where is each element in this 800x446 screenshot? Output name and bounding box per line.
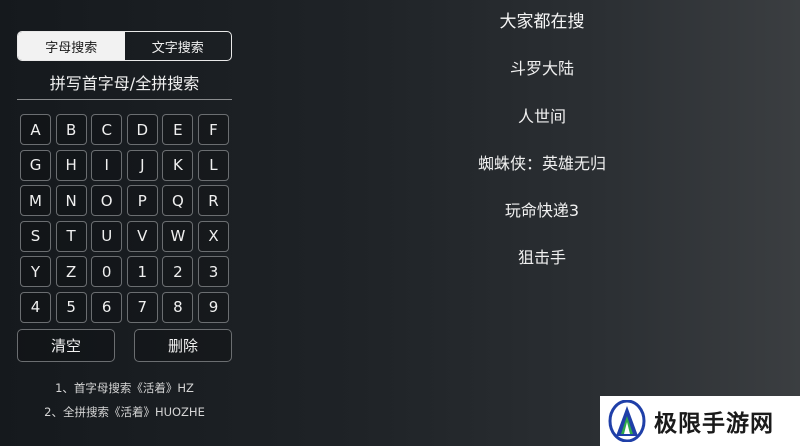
hot-search-item[interactable]: 狙击手 bbox=[442, 242, 642, 274]
watermark-text: 极限手游网 bbox=[654, 410, 774, 437]
hot-search-item[interactable]: 斗罗大陆 bbox=[442, 53, 642, 85]
search-mode-toggle: 字母搜索 文字搜索 bbox=[17, 31, 232, 61]
key-k[interactable]: K bbox=[162, 149, 194, 181]
tip-full-pinyin: 2、全拼搜索《活着》HUOZHE bbox=[44, 404, 205, 419]
key-4[interactable]: 4 bbox=[20, 291, 51, 323]
hot-search-item[interactable]: 玩命快递3 bbox=[442, 195, 642, 227]
key-t[interactable]: T bbox=[55, 220, 87, 252]
key-d[interactable]: D bbox=[126, 114, 158, 145]
key-w[interactable]: W bbox=[162, 220, 194, 252]
key-8[interactable]: 8 bbox=[162, 291, 194, 323]
key-g[interactable]: G bbox=[20, 149, 51, 181]
hot-search-list: 大家都在搜 斗罗大陆 人世间 蜘蛛侠：英雄无归 玩命快递3 狙击手 bbox=[442, 6, 642, 274]
key-c[interactable]: C bbox=[91, 114, 123, 145]
key-6[interactable]: 6 bbox=[91, 291, 123, 323]
key-3[interactable]: 3 bbox=[197, 256, 229, 287]
tab-letter-search[interactable]: 字母搜索 bbox=[18, 32, 125, 60]
key-v[interactable]: V bbox=[126, 220, 158, 252]
action-row: 清空 删除 bbox=[17, 328, 232, 362]
key-0[interactable]: 0 bbox=[91, 256, 123, 287]
hot-search-item[interactable]: 人世间 bbox=[442, 101, 642, 133]
key-q[interactable]: Q bbox=[162, 185, 194, 216]
hot-search-item[interactable]: 蜘蛛侠：英雄无归 bbox=[442, 148, 642, 180]
key-2[interactable]: 2 bbox=[162, 256, 194, 287]
key-o[interactable]: O bbox=[91, 185, 123, 216]
key-1[interactable]: 1 bbox=[126, 256, 158, 287]
delete-button[interactable]: 删除 bbox=[134, 328, 232, 362]
key-e[interactable]: E bbox=[162, 114, 194, 145]
hot-search-title: 大家都在搜 bbox=[499, 12, 585, 32]
key-9[interactable]: 9 bbox=[197, 291, 229, 323]
key-x[interactable]: X bbox=[197, 220, 229, 252]
key-b[interactable]: B bbox=[55, 114, 87, 145]
key-z[interactable]: Z bbox=[55, 256, 87, 287]
key-f[interactable]: F bbox=[197, 114, 229, 145]
search-tips: 1、首字母搜索《活着》HZ 2、全拼搜索《活着》HUOZHE bbox=[17, 376, 232, 424]
search-input[interactable]: 拼写首字母/全拼搜索 bbox=[17, 73, 232, 100]
key-p[interactable]: P bbox=[126, 185, 158, 216]
site-logo-icon bbox=[608, 400, 646, 442]
tip-initials: 1、首字母搜索《活着》HZ bbox=[55, 380, 194, 395]
key-u[interactable]: U bbox=[91, 220, 123, 252]
key-i[interactable]: I bbox=[91, 149, 123, 181]
tab-text-search[interactable]: 文字搜索 bbox=[125, 32, 232, 60]
key-j[interactable]: J bbox=[126, 149, 158, 181]
search-panel: 字母搜索 文字搜索 拼写首字母/全拼搜索 A B C D E F G H I J… bbox=[17, 31, 232, 424]
key-r[interactable]: R bbox=[197, 185, 229, 216]
key-5[interactable]: 5 bbox=[55, 291, 87, 323]
key-h[interactable]: H bbox=[55, 149, 87, 181]
key-s[interactable]: S bbox=[20, 220, 51, 252]
keyboard-grid: A B C D E F G H I J K L M N O P Q R S T … bbox=[20, 114, 232, 323]
key-7[interactable]: 7 bbox=[126, 291, 158, 323]
site-watermark: 极限手游网 bbox=[600, 396, 800, 446]
key-y[interactable]: Y bbox=[20, 256, 51, 287]
clear-button[interactable]: 清空 bbox=[17, 328, 115, 362]
key-l[interactable]: L bbox=[197, 149, 229, 181]
key-n[interactable]: N bbox=[55, 185, 87, 216]
key-a[interactable]: A bbox=[20, 114, 51, 145]
key-m[interactable]: M bbox=[20, 185, 51, 216]
